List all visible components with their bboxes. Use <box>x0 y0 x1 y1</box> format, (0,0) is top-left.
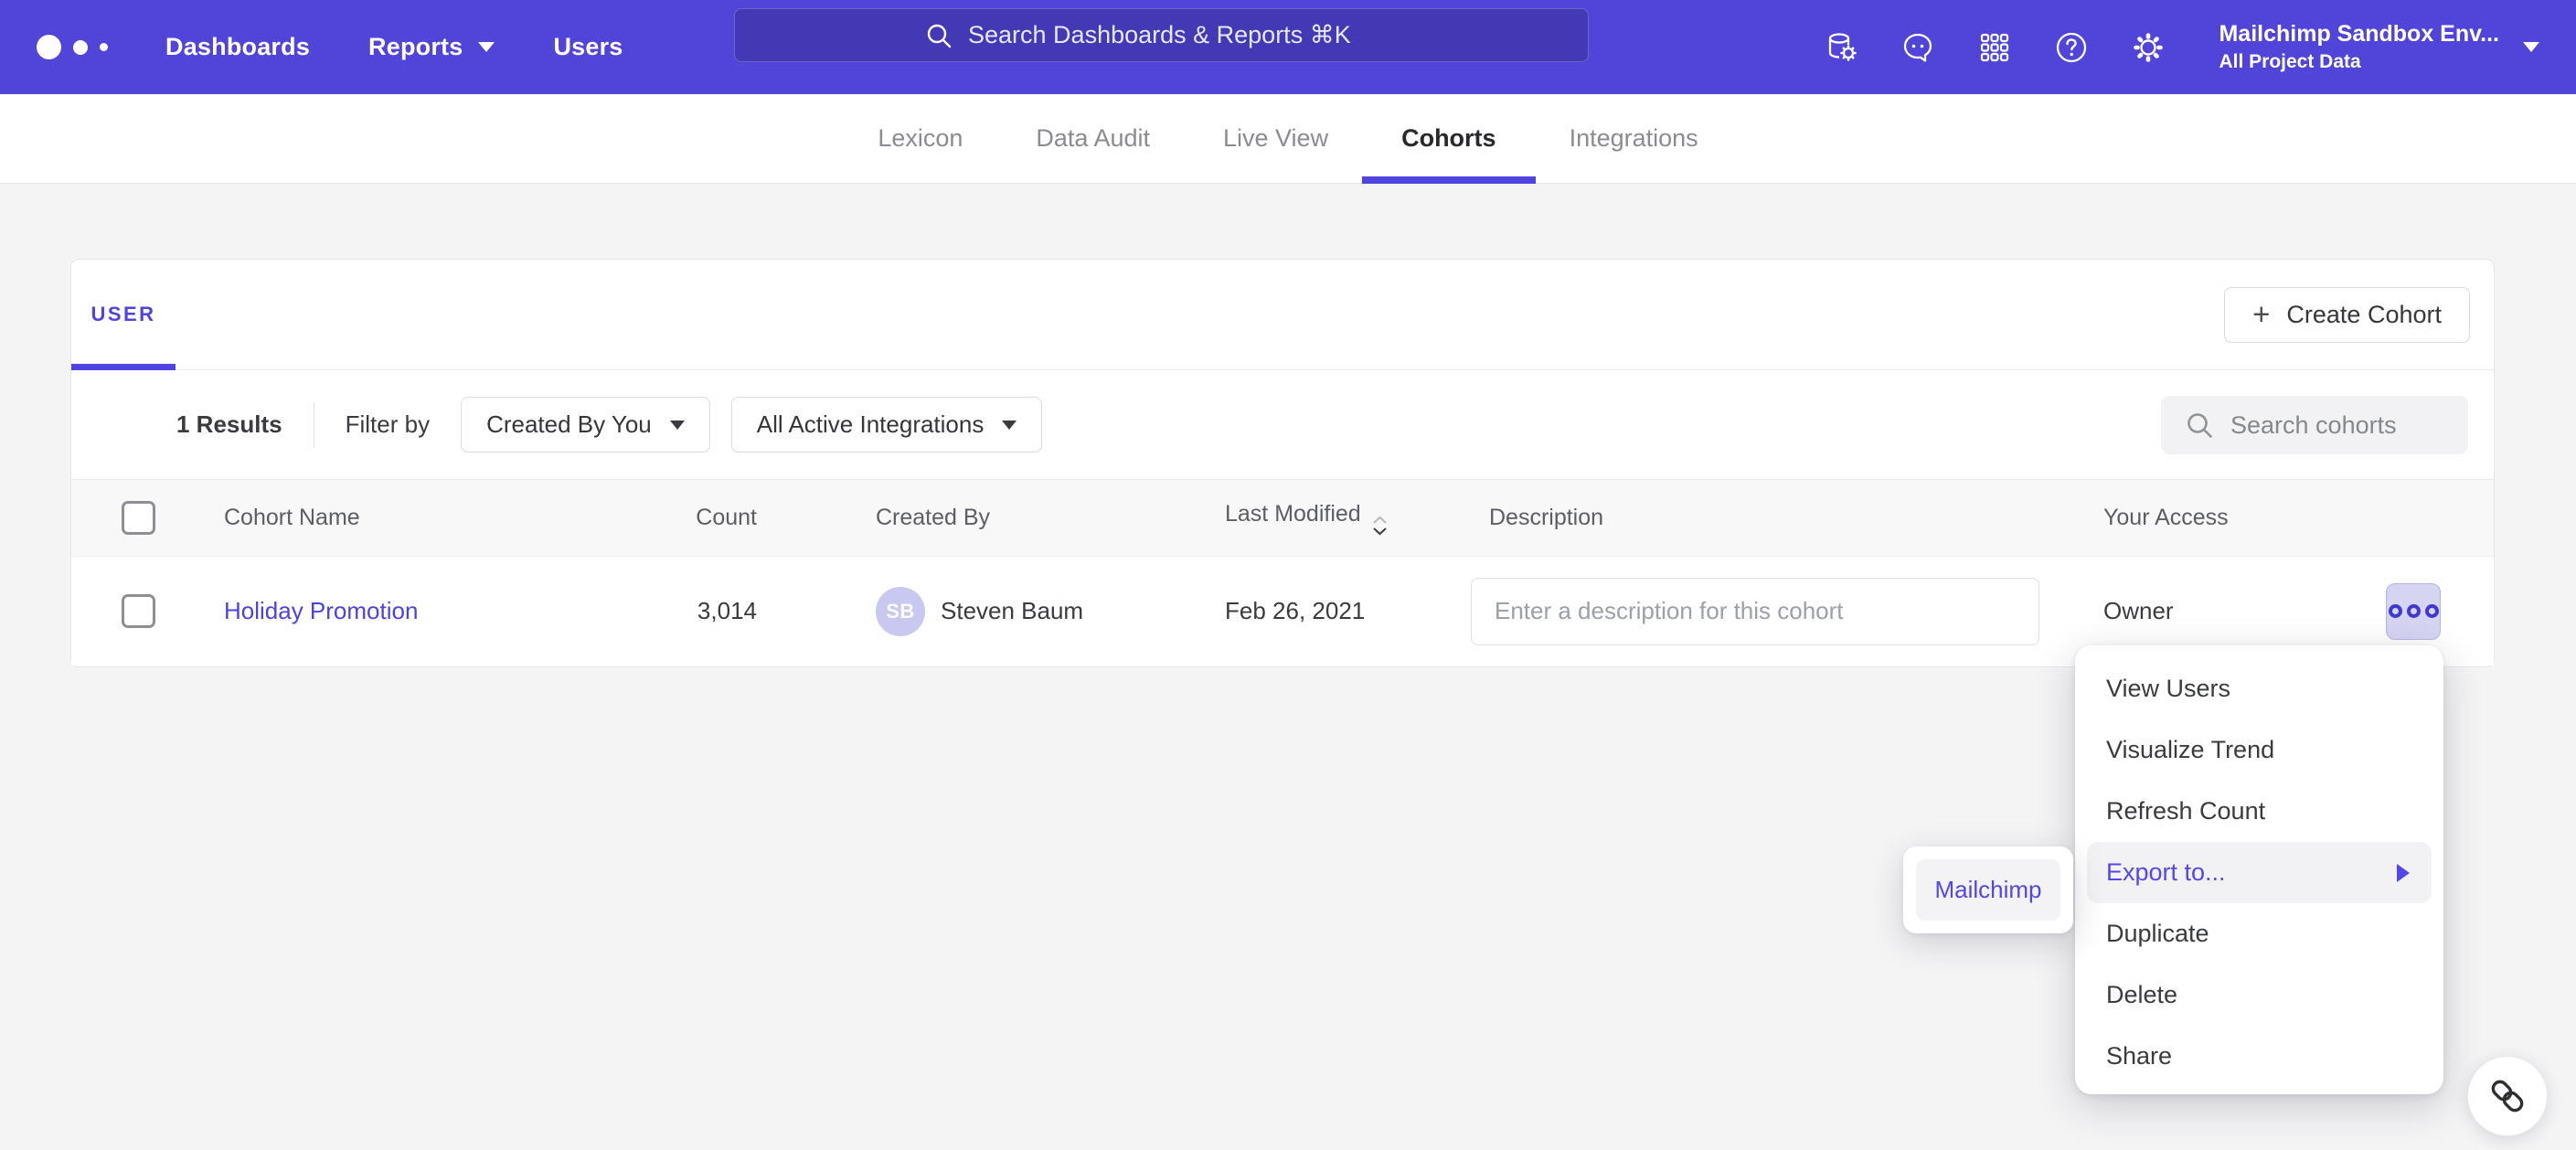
avatar: SB <box>876 587 925 636</box>
cohort-actions-menu: View Users Visualize Trend Refresh Count… <box>2075 645 2443 1094</box>
column-header-last-modified[interactable]: Last Modified <box>1225 501 1471 536</box>
project-name: Mailchimp Sandbox Env... <box>2219 21 2499 48</box>
column-header-created-by: Created By <box>876 505 1225 531</box>
export-submenu: Mailchimp <box>1903 847 2073 933</box>
column-header-your-access: Your Access <box>2103 505 2386 531</box>
menu-item-duplicate[interactable]: Duplicate <box>2075 903 2443 964</box>
cohort-name-link[interactable]: Holiday Promotion <box>224 597 418 624</box>
logo-dot <box>100 43 108 51</box>
column-header-cohort-name: Cohort Name <box>224 505 547 531</box>
chevron-down-icon <box>2523 42 2539 52</box>
create-cohort-label: Create Cohort <box>2286 301 2442 329</box>
chevron-down-icon <box>670 421 685 430</box>
nav-item-label: Reports <box>368 33 463 61</box>
global-search-bar[interactable] <box>734 8 1589 62</box>
project-switcher[interactable]: Mailchimp Sandbox Env... All Project Dat… <box>2219 21 2539 73</box>
menu-item-export-to[interactable]: Export to... <box>2087 842 2432 903</box>
chevron-down-icon <box>1002 421 1017 430</box>
created-by-cell: SB Steven Baum <box>876 587 1225 636</box>
data-management-tabs: Lexicon Data Audit Live View Cohorts Int… <box>0 94 2576 184</box>
submenu-item-mailchimp[interactable]: Mailchimp <box>1916 859 2060 921</box>
nav-item-label: Dashboards <box>165 33 310 61</box>
menu-item-delete[interactable]: Delete <box>2075 964 2443 1026</box>
sort-icon[interactable] <box>1372 516 1388 536</box>
data-management-icon[interactable] <box>1824 30 1858 65</box>
search-icon <box>925 22 953 49</box>
feedback-icon[interactable] <box>1900 30 1935 65</box>
help-icon[interactable] <box>2054 30 2089 65</box>
table-header-row: Cohort Name Count Created By Last Modifi… <box>71 479 2494 557</box>
more-dots-icon <box>2425 604 2439 618</box>
column-header-description: Description <box>1471 505 2103 531</box>
top-nav-right: Mailchimp Sandbox Env... All Project Dat… <box>1824 0 2539 94</box>
last-modified-date: Feb 26, 2021 <box>1225 597 1471 625</box>
cohort-search-input[interactable] <box>2230 411 2450 440</box>
created-by-filter-value: Created By You <box>486 410 652 439</box>
integrations-filter-dropdown[interactable]: All Active Integrations <box>731 397 1043 453</box>
creator-name: Steven Baum <box>941 597 1083 625</box>
description-input[interactable] <box>1471 578 2039 645</box>
nav-item-label: Users <box>553 33 623 61</box>
tab-live-view[interactable]: Live View <box>1223 94 1328 184</box>
filter-toolbar: 1 Results Filter by Created By You All A… <box>71 370 2494 479</box>
copy-link-fab[interactable] <box>2467 1056 2548 1136</box>
project-text: Mailchimp Sandbox Env... All Project Dat… <box>2219 21 2499 73</box>
menu-item-refresh-count[interactable]: Refresh Count <box>2075 781 2443 842</box>
row-actions-menu-button[interactable] <box>2386 583 2441 640</box>
cohort-count: 3,014 <box>547 597 757 625</box>
menu-item-visualize-trend[interactable]: Visualize Trend <box>2075 719 2443 781</box>
submenu-arrow-icon <box>2397 864 2410 882</box>
menu-item-share[interactable]: Share <box>2075 1026 2443 1087</box>
link-icon <box>2487 1076 2528 1116</box>
select-all-checkbox[interactable] <box>122 501 155 535</box>
filter-by-label: Filter by <box>346 410 430 439</box>
tab-integrations[interactable]: Integrations <box>1570 94 1698 184</box>
settings-gear-icon[interactable] <box>2131 30 2166 65</box>
created-by-filter-dropdown[interactable]: Created By You <box>461 397 710 453</box>
integrations-filter-value: All Active Integrations <box>757 410 985 439</box>
nav-item-dashboards[interactable]: Dashboards <box>165 33 310 61</box>
top-navigation-bar: Dashboards Reports Users <box>0 0 2576 94</box>
apps-grid-icon[interactable] <box>1977 30 2012 65</box>
logo-dot <box>37 35 61 59</box>
cohort-search-bar[interactable] <box>2161 396 2468 454</box>
plus-icon: + <box>2252 299 2270 329</box>
tab-user-cohorts[interactable]: USER <box>71 260 176 369</box>
menu-item-view-users[interactable]: View Users <box>2075 658 2443 719</box>
cohorts-page: Dashboards Reports Users <box>0 0 2576 1150</box>
more-dots-icon <box>2407 604 2421 618</box>
panel-header: USER + Create Cohort <box>71 260 2494 370</box>
row-checkbox[interactable] <box>122 594 155 628</box>
chevron-down-icon <box>478 42 495 52</box>
results-count: 1 Results <box>176 410 282 439</box>
create-cohort-button[interactable]: + Create Cohort <box>2224 287 2470 343</box>
tab-data-audit[interactable]: Data Audit <box>1036 94 1150 184</box>
tab-cohorts[interactable]: Cohorts <box>1401 94 1496 184</box>
logo-dot <box>73 40 88 55</box>
project-scope: All Project Data <box>2219 51 2499 73</box>
nav-item-reports[interactable]: Reports <box>368 33 495 61</box>
cohorts-panel: USER + Create Cohort 1 Results Filter by… <box>70 259 2495 667</box>
top-nav-items: Dashboards Reports Users <box>165 33 623 61</box>
column-header-count: Count <box>547 505 757 531</box>
tab-lexicon[interactable]: Lexicon <box>878 94 963 184</box>
global-search-input[interactable] <box>968 21 1398 49</box>
search-icon <box>2185 410 2214 440</box>
menu-item-label: Export to... <box>2106 858 2226 887</box>
more-dots-icon <box>2389 604 2402 618</box>
mixpanel-logo-icon[interactable] <box>37 35 160 59</box>
nav-item-users[interactable]: Users <box>553 33 623 61</box>
access-level: Owner <box>2103 597 2386 625</box>
